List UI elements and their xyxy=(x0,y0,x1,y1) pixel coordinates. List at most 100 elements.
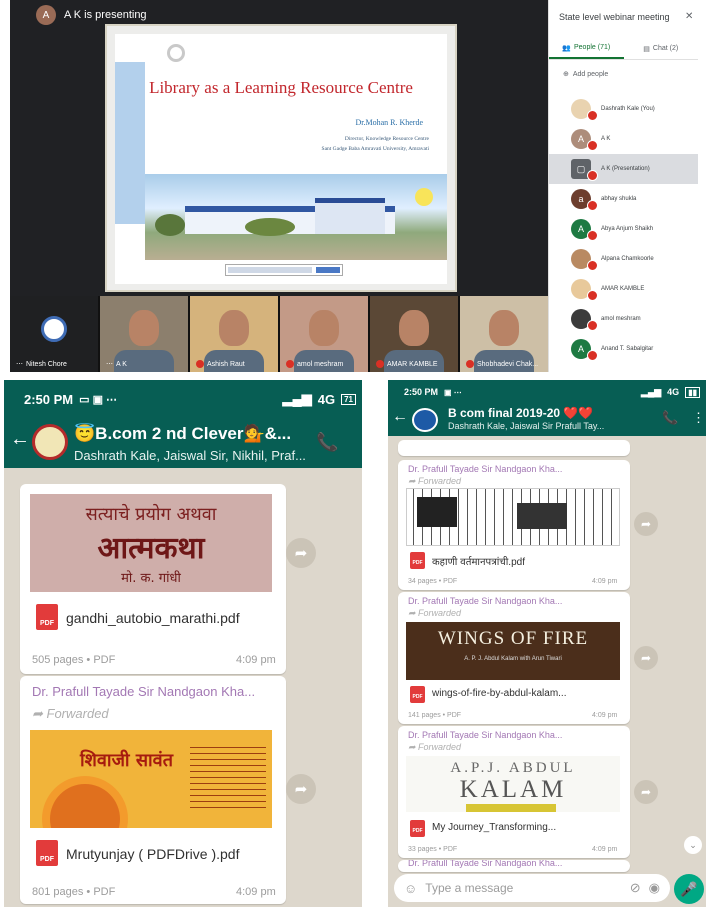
participant-tile[interactable]: AMAR KAMBLE xyxy=(370,296,458,372)
participant-row[interactable]: AA K xyxy=(549,124,698,154)
battery-icon: ▮▮ xyxy=(685,386,700,398)
battery-level: 71 xyxy=(341,393,356,405)
message-bubble-partial: Dr. Prafull Tayade Sir Nandgaon Kha... xyxy=(398,860,630,872)
slide-ring-decor xyxy=(167,44,185,62)
camera-icon[interactable]: ◉ xyxy=(649,880,660,896)
forwarded-label: ➦ Forwarded xyxy=(408,742,461,753)
pdf-cover: सत्याचे प्रयोग अथवा आत्मकथा मो. क. गांधी xyxy=(30,494,272,592)
add-people-button[interactable]: ⊕ Add people xyxy=(563,70,609,79)
file-meta: 141 pages • PDF xyxy=(408,712,462,719)
participant-row[interactable]: a abhay shukla xyxy=(549,184,698,214)
participant-row[interactable]: amol meshram xyxy=(549,304,698,334)
add-call-icon[interactable]: 📞 xyxy=(316,432,338,453)
mic-off-icon xyxy=(587,320,598,331)
participant-name: amol meshram xyxy=(601,316,641,322)
cover-title: WINGS OF FIRE xyxy=(437,628,589,649)
forward-icon[interactable]: ➦ xyxy=(634,646,658,670)
participant-row[interactable]: Dashrath Kale (You) xyxy=(549,94,698,124)
mic-button[interactable]: 🎤 xyxy=(674,874,704,904)
mic-off-icon xyxy=(587,290,598,301)
participant-tile[interactable]: Shobhadevi Chak... xyxy=(460,296,548,372)
status-time: 2:50 PM xyxy=(404,387,439,397)
presenter-avatar: A xyxy=(36,5,56,25)
message-bubble[interactable]: Dr. Prafull Tayade Sir Nandgaon Kha... ➦… xyxy=(398,592,630,724)
group-avatar[interactable] xyxy=(412,408,438,432)
cover-line: A.P.J. ABDUL xyxy=(450,760,576,776)
message-placeholder: Type a message xyxy=(425,881,514,895)
mic-off-icon xyxy=(286,360,294,368)
sun-art xyxy=(50,784,120,828)
forward-icon[interactable]: ➦ xyxy=(286,538,316,568)
mic-off-icon xyxy=(587,260,598,271)
mic-off-icon xyxy=(587,170,598,181)
side-panel-tabs: 👥 People (71) ▤ Chat (2) xyxy=(549,38,698,60)
cover-block xyxy=(417,497,457,527)
video-face xyxy=(399,310,429,346)
avatar-initial: a xyxy=(578,194,584,204)
message-bubble[interactable]: Dr. Prafull Tayade Sir Nandgaon Kha... ➦… xyxy=(20,676,286,904)
back-arrow-icon[interactable]: ← xyxy=(392,408,408,426)
add-people-label: Add people xyxy=(572,70,609,78)
scroll-down-icon[interactable]: ⌄ xyxy=(684,836,702,854)
slide-affiliation-2: Sant Gadge Baba Amravati University, Amr… xyxy=(321,146,429,152)
group-avatar[interactable] xyxy=(32,424,68,460)
cover-line: सत्याचे प्रयोग अथवा xyxy=(85,504,217,525)
participant-row[interactable]: A Abya Anjum Shaikh xyxy=(549,214,698,244)
pdf-cover: A.P.J. ABDUL KALAM xyxy=(406,756,620,812)
participant-tile[interactable]: ⋯ Nitesh Chore xyxy=(10,296,98,372)
emoji-icon[interactable]: ☺ xyxy=(404,881,417,896)
cover-title: आत्मकथा xyxy=(97,531,205,566)
network-type: 4G xyxy=(667,387,680,397)
participant-tile[interactable]: Ashish Raut xyxy=(190,296,278,372)
message-bubble[interactable]: Dr. Prafull Tayade Sir Nandgaon Kha... ➦… xyxy=(398,460,630,590)
network-type: 4G xyxy=(317,391,336,407)
status-bar: 2:50 PM ▭ ▣ ⋯ ▂▄▆ 4G 71 xyxy=(4,380,362,418)
forward-icon[interactable]: ➦ xyxy=(634,780,658,804)
message-input[interactable]: ☺ Type a message ⊘ ◉ xyxy=(394,874,670,902)
forwarded-label: ➦ Forwarded xyxy=(32,706,109,722)
avatar: A xyxy=(571,339,598,361)
presentation-stage: A A K is presenting Library as a Learnin… xyxy=(10,0,548,372)
cover-author: मो. क. गांधी xyxy=(121,571,181,586)
forward-icon[interactable]: ➦ xyxy=(286,774,316,804)
group-members: Dashrath Kale, Jaiswal Sir Prafull Tay..… xyxy=(448,421,605,431)
participant-row[interactable]: A Anand T. Sabalgitar xyxy=(549,334,698,364)
avatar-initial: A xyxy=(577,134,584,144)
forward-icon[interactable]: ➦ xyxy=(634,512,658,536)
mic-off-icon xyxy=(587,140,598,151)
file-meta: 34 pages • PDF xyxy=(408,578,458,585)
tile-name: Ashish Raut xyxy=(207,360,245,368)
group-name[interactable]: 😇B.com 2 nd Clever💁&... xyxy=(74,424,291,444)
tab-chat[interactable]: ▤ Chat (2) xyxy=(624,38,699,59)
signal-icon: ▂▄▆ xyxy=(640,386,662,397)
sender-name: Dr. Prafull Tayade Sir Nandgaon Kha... xyxy=(32,684,256,699)
tile-name: Shobhadevi Chak... xyxy=(477,360,539,368)
participant-tile[interactable]: amol meshram xyxy=(280,296,368,372)
more-menu-icon[interactable]: ⋮ xyxy=(692,410,705,426)
message-bubble[interactable]: Dr. Prafull Tayade Sir Nandgaon Kha... ➦… xyxy=(398,726,630,858)
participant-row[interactable]: AMAR KAMBLE xyxy=(549,274,698,304)
participant-row[interactable]: ▢ A K (Presentation) xyxy=(549,154,698,184)
add-call-icon[interactable]: 📞 xyxy=(662,410,678,426)
back-arrow-icon[interactable]: ← xyxy=(10,428,30,451)
participant-tile[interactable]: ⋯ A K xyxy=(100,296,188,372)
avatar: A xyxy=(571,129,598,151)
file-name: gandhi_autobio_marathi.pdf xyxy=(66,610,240,626)
group-name[interactable]: B com final 2019-20 ❤️❤️ xyxy=(448,406,593,420)
mic-off-icon xyxy=(376,360,384,368)
chat-icon: ▤ xyxy=(643,45,650,53)
pdf-icon: PDF xyxy=(410,686,425,703)
message-time: 4:09 pm xyxy=(592,846,618,853)
file-meta: 33 pages • PDF xyxy=(408,846,458,853)
sender-name: Dr. Prafull Tayade Sir Nandgaon Kha... xyxy=(408,464,563,474)
tab-people[interactable]: 👥 People (71) xyxy=(549,38,624,59)
close-icon[interactable]: ✕ xyxy=(685,11,693,22)
more-icon: ⋯ xyxy=(106,361,113,368)
participant-row[interactable]: Alpana Chamkoorle xyxy=(549,244,698,274)
signal-icon: ▂▄▆ xyxy=(282,391,312,406)
cover-title: KALAM xyxy=(459,776,567,803)
forwarded-icon: ➦ xyxy=(408,476,419,486)
message-bubble[interactable]: सत्याचे प्रयोग अथवा आत्मकथा मो. क. गांधी… xyxy=(20,484,286,674)
avatar xyxy=(571,309,598,331)
attach-icon[interactable]: ⊘ xyxy=(630,880,641,896)
